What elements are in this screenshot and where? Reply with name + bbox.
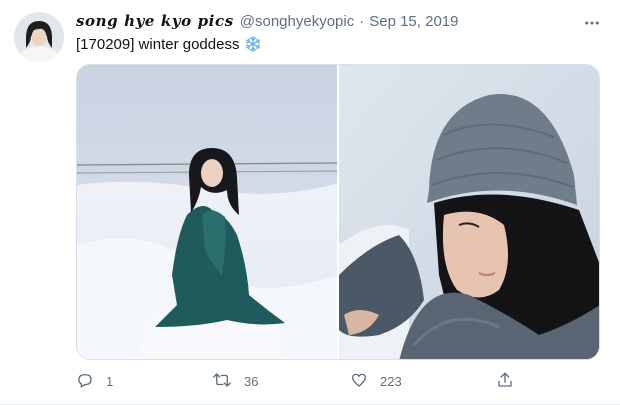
reply-button[interactable]: 1 [76,368,113,394]
like-count: 223 [380,373,402,389]
user-handle[interactable]: @songhyekyopic [240,13,354,30]
share-icon [496,371,514,392]
share-button[interactable] [496,368,514,394]
retweet-icon [212,371,232,392]
reply-icon [76,371,94,392]
tweet-media [76,64,600,360]
like-button[interactable]: 223 [350,368,402,394]
photo-snow-closeup[interactable] [339,65,599,359]
avatar[interactable] [14,12,64,62]
tweet-actions: 1 36 223 [76,368,516,394]
tweet-text-content: [170209] winter goddess [76,35,240,53]
snowflake-icon [244,35,262,53]
photo-snow-sitting[interactable] [77,65,337,359]
reply-count: 1 [106,373,114,389]
retweet-button[interactable]: 36 [212,368,258,394]
tweet-date[interactable]: Sep 15, 2019 [369,13,458,30]
tweet-header: song hye kyo pics @songhyekyopic · Sep 1… [76,12,604,34]
heart-icon [350,371,368,392]
display-name[interactable]: song hye kyo pics [76,12,234,30]
tweet-card[interactable]: song hye kyo pics @songhyekyopic · Sep 1… [0,0,620,405]
avatar-image [14,12,64,62]
tweet-text: [170209] winter goddess [76,35,262,53]
separator-dot: · [359,13,365,30]
more-options-icon[interactable] [580,12,604,34]
retweet-count: 36 [244,373,259,389]
